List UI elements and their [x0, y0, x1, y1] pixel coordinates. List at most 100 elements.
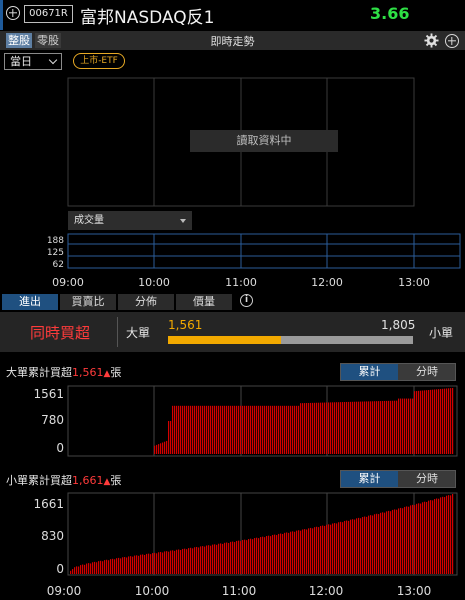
cum-bar	[292, 405, 294, 454]
indicator-dropdown[interactable]: 成交量	[68, 211, 192, 230]
cum-bar	[196, 405, 198, 454]
time-tick: 12:00	[311, 276, 343, 289]
vol-y-tick: 188	[47, 236, 64, 246]
large-cum-unit: 張	[110, 366, 122, 379]
cum-bar	[452, 387, 454, 454]
cum-bar	[412, 398, 414, 454]
cum-bar	[98, 561, 100, 574]
cum-bar	[316, 526, 318, 574]
cum-bar	[156, 444, 158, 454]
cum-bar	[74, 567, 76, 574]
info-icon[interactable]: i	[240, 294, 253, 307]
cum-bar	[348, 401, 350, 454]
stock-name: 富邦NASDAQ反1	[80, 8, 215, 28]
cum-bar	[166, 440, 168, 454]
cum-bar	[300, 403, 302, 454]
cum-bar	[238, 405, 240, 454]
small-cum-title-text: 小單累計買超	[6, 474, 72, 487]
cum-bar	[430, 500, 432, 574]
cum-bar	[256, 537, 258, 574]
cum-bar	[436, 498, 438, 574]
cum-bar	[344, 402, 346, 454]
cum-bar	[372, 515, 374, 574]
cum-bar	[190, 547, 192, 574]
small-y-tick: 830	[41, 529, 64, 543]
cum-bar	[346, 401, 348, 454]
tab-buy-sell-ratio[interactable]: 買賣比	[60, 294, 116, 310]
cum-bar	[212, 405, 214, 454]
cum-bar	[406, 506, 408, 574]
cum-bar	[416, 503, 418, 574]
period-dropdown[interactable]: 當日	[4, 53, 62, 70]
cum-bar	[346, 520, 348, 574]
cum-bar	[162, 552, 164, 574]
cum-bar	[298, 405, 300, 454]
cum-bar	[108, 560, 110, 574]
cum-bar	[202, 405, 204, 454]
cum-bar	[138, 555, 140, 574]
flow-ratio-bar	[168, 336, 413, 344]
cum-bar	[130, 556, 132, 574]
cum-bar	[128, 556, 130, 574]
cum-bar	[394, 400, 396, 454]
tab-flow[interactable]: 進出	[2, 294, 58, 310]
cum-bar	[146, 553, 148, 574]
cum-bar	[324, 402, 326, 454]
vol-y-tick: 62	[53, 260, 64, 270]
cum-bar	[250, 538, 252, 574]
cum-bar	[176, 405, 178, 454]
cum-bar	[320, 525, 322, 574]
cum-bar	[204, 546, 206, 574]
cum-bar	[168, 551, 170, 574]
cum-bar	[180, 405, 182, 454]
cum-bar	[276, 405, 278, 454]
cum-bar	[262, 405, 264, 454]
cum-bar	[170, 550, 172, 574]
cum-bar	[366, 401, 368, 454]
cum-bar	[232, 541, 234, 574]
tab-distribution[interactable]: 分佈	[118, 294, 174, 310]
cum-bar	[436, 389, 438, 454]
cum-bar	[290, 531, 292, 574]
cum-bar	[332, 402, 334, 454]
cum-bar	[296, 405, 298, 454]
cum-bar	[396, 400, 398, 454]
gear-icon[interactable]	[424, 33, 439, 48]
tab-price-volume[interactable]: 價量	[176, 294, 232, 310]
cum-bar	[328, 524, 330, 574]
small-y-tick: 1661	[33, 497, 64, 511]
add-watchlist-icon[interactable]	[6, 6, 20, 20]
cum-bar	[154, 552, 156, 574]
cum-bar	[222, 543, 224, 574]
cum-bar	[218, 405, 220, 454]
cum-bar	[414, 391, 416, 454]
cum-bar	[72, 569, 74, 574]
cum-bar	[206, 405, 208, 454]
cum-bar	[400, 507, 402, 574]
cum-bar	[448, 495, 450, 574]
cum-bar	[132, 556, 134, 574]
vol-y-tick: 125	[47, 248, 64, 258]
cum-bar	[170, 421, 172, 454]
btn-per-minute[interactable]: 分時	[399, 471, 455, 487]
stock-code-field[interactable]: 00671R	[24, 5, 73, 23]
cum-bar	[404, 506, 406, 574]
cum-bar	[302, 529, 304, 574]
period-label: 當日	[10, 55, 32, 68]
btn-per-minute[interactable]: 分時	[399, 364, 455, 380]
add-panel-icon[interactable]	[445, 34, 459, 48]
cum-bar	[222, 405, 224, 454]
cum-bar	[122, 557, 124, 574]
cum-bar	[270, 536, 272, 574]
volume-chart: 188 125 62 09:00 10:00 11:00 12:00 13:00	[47, 233, 461, 289]
cum-bar	[136, 555, 138, 574]
btn-cumulative[interactable]: 累計	[341, 471, 398, 487]
cum-bar	[218, 543, 220, 574]
btn-cumulative[interactable]: 累計	[341, 364, 398, 380]
cum-bar	[390, 511, 392, 574]
cum-bar	[174, 405, 176, 454]
cum-bar	[200, 405, 202, 454]
cum-bar	[310, 402, 312, 454]
stock-price: 3.66	[370, 4, 410, 23]
cum-bar	[358, 401, 360, 454]
